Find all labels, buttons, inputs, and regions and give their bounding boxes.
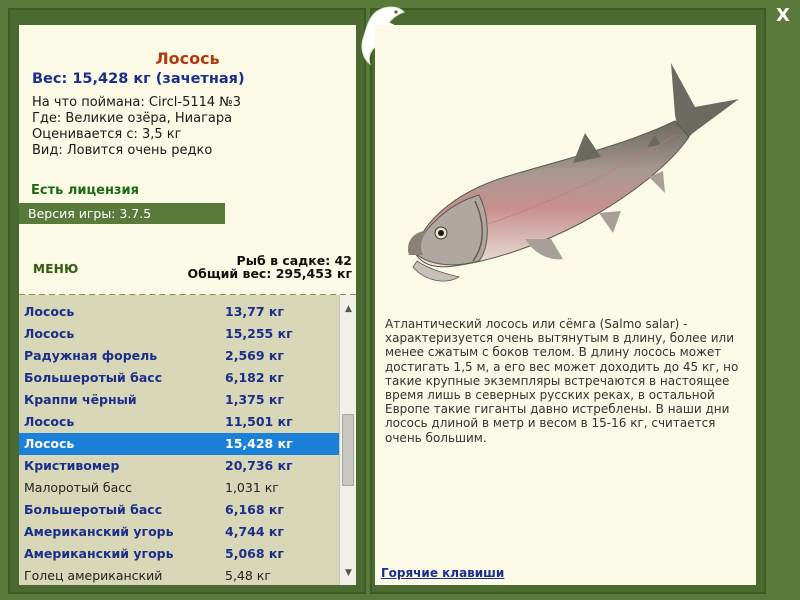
fish-title: Лосось: [155, 49, 220, 68]
list-item[interactable]: Лосось 15,255 кг: [19, 323, 339, 345]
list-item[interactable]: Американский угорь 4,744 кг: [19, 521, 339, 543]
list-item-weight: 1,375 кг: [225, 392, 284, 407]
scroll-thumb[interactable]: [342, 413, 354, 486]
list-item-weight: 15,255 кг: [225, 326, 293, 341]
list-item[interactable]: Лосось 11,501 кг: [19, 411, 339, 433]
list-item[interactable]: Кристивомер 20,736 кг: [19, 455, 339, 477]
list-item-name: Кристивомер: [24, 458, 120, 473]
rarity: Вид: Ловится очень редко: [32, 143, 213, 158]
list-item-name: Лосось: [24, 436, 75, 451]
hotkeys-link[interactable]: Горячие клавиши: [381, 566, 504, 580]
list-item[interactable]: Большеротый басс 6,182 кг: [19, 367, 339, 389]
list-item[interactable]: Американский угорь 5,068 кг: [19, 543, 339, 565]
list-item-name: Лосось: [24, 304, 75, 319]
list-item-name: Большеротый басс: [24, 370, 163, 385]
list-item-weight: 1,031 кг: [225, 480, 279, 495]
scroll-up-arrow-icon[interactable]: ▲: [340, 301, 356, 317]
menu-button[interactable]: МЕНЮ: [33, 262, 78, 276]
list-item-name: Лосось: [24, 326, 75, 341]
total-weight: Общий вес: 295,453 кг: [187, 266, 353, 281]
list-item-name: Американский угорь: [24, 524, 174, 539]
list-item[interactable]: Лосось 13,77 кг: [19, 301, 339, 323]
close-button[interactable]: X: [773, 6, 793, 26]
catch-list-panel: Лосось 13,77 кг Лосось 15,255 кг Радужная фо…: [19, 295, 356, 585]
fish-description: Атлантический лосось или сёмга (Salmo sa…: [385, 317, 739, 445]
list-item-name: Лосось: [24, 414, 75, 429]
list-item[interactable]: Голец американский 5,48 кг: [19, 565, 339, 585]
scrollbar[interactable]: ▲ ▼: [339, 295, 356, 585]
catch-location: Где: Великие озёра, Ниагара: [32, 111, 233, 126]
list-item-weight: 5,48 кг: [225, 568, 271, 583]
fish-detail-panel: Атлантический лосось или сёмга (Salmo sa…: [375, 25, 756, 585]
list-item-name: Американский угорь: [24, 546, 174, 561]
list-item-selected[interactable]: Лосось 15,428 кг: [19, 433, 339, 455]
list-item-weight: 15,428 кг: [225, 436, 293, 451]
fish-info-panel: Лосось Вес: 15,428 кг (зачетная) На что …: [19, 25, 356, 296]
caught-with: На что поймана: Circl-5114 №3: [32, 95, 242, 110]
list-item-weight: 2,569 кг: [225, 348, 284, 363]
list-item-name: Голец американский: [24, 568, 163, 583]
scroll-down-arrow-icon[interactable]: ▼: [340, 565, 356, 581]
list-item-weight: 6,168 кг: [225, 502, 284, 517]
list-item[interactable]: Радужная форель 2,569 кг: [19, 345, 339, 367]
list-item-weight: 5,068 кг: [225, 546, 284, 561]
game-version: Версия игры: 3.7.5: [19, 203, 225, 224]
list-item-weight: 6,182 кг: [225, 370, 284, 385]
rated-from: Оценивается с: 3,5 кг: [32, 127, 182, 142]
license-status: Есть лицензия: [31, 183, 139, 198]
fish-weight: Вес: 15,428 кг (зачетная): [32, 71, 245, 87]
list-item[interactable]: Малоротый басс 1,031 кг: [19, 477, 339, 499]
list-item-name: Краппи чёрный: [24, 392, 137, 407]
salmon-image: [407, 63, 739, 282]
catch-list: Лосось 13,77 кг Лосось 15,255 кг Радужная фо…: [19, 301, 339, 585]
list-item-name: Радужная форель: [24, 348, 158, 363]
list-item[interactable]: Краппи чёрный 1,375 кг: [19, 389, 339, 411]
list-item-weight: 13,77 кг: [225, 304, 284, 319]
list-item-name: Большеротый басс: [24, 502, 163, 517]
list-item[interactable]: Большеротый басс 6,168 кг: [19, 499, 339, 521]
list-item-weight: 4,744 кг: [225, 524, 284, 539]
list-item-name: Малоротый басс: [24, 480, 133, 495]
list-item-weight: 20,736 кг: [225, 458, 293, 473]
list-item-weight: 11,501 кг: [225, 414, 293, 429]
